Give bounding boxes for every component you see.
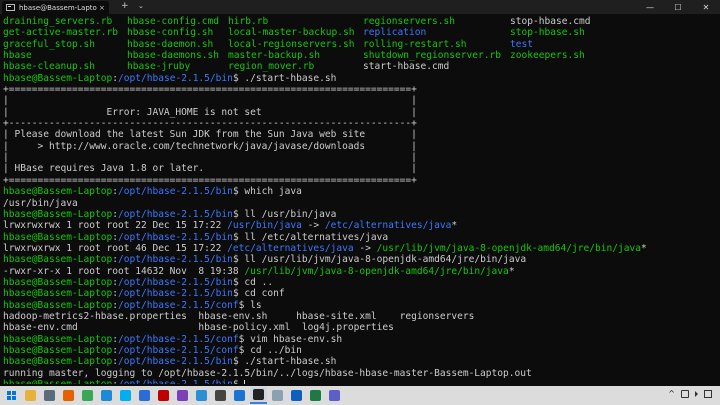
maps-icon <box>139 390 150 401</box>
output-line: lrwxrwxrwx 1 root root 22 Dec 15 17:22 /… <box>3 220 458 232</box>
output-line: hadoop-metrics2-hbase.properties hbase-e… <box>3 310 475 322</box>
teams-icon <box>329 390 340 401</box>
new-tab-button[interactable]: + <box>121 1 129 11</box>
output-line: running master, logging to /opt/hbase-2.… <box>3 367 532 379</box>
text-cursor <box>244 380 246 384</box>
terminal-icon <box>253 389 264 400</box>
error-box-line: | HBase requires Java 1.8 or later. | <box>3 163 417 175</box>
notepad-taskbar-button[interactable] <box>269 387 286 404</box>
file-grid-row: get-active-master.rb hbase-config.sh local… <box>3 27 585 39</box>
filezilla-icon <box>158 390 169 401</box>
teams-taskbar-button[interactable] <box>326 387 343 404</box>
error-box-line: | | <box>3 152 417 164</box>
prompt-line: hbase@Bassem-Laptop:/opt/hbase-2.1.5/bin… <box>3 288 285 300</box>
chrome-taskbar-button[interactable] <box>79 387 96 404</box>
error-box-separator: +---------------------------------------… <box>3 118 417 130</box>
prompt-line: hbase@Bassem-Laptop:/opt/hbase-2.1.5/bin… <box>3 254 527 266</box>
prompt-line: hbase@Bassem-Laptop:/opt/hbase-2.1.5/con… <box>3 344 302 356</box>
prompt-line: hbase@Bassem-Laptop:/opt/hbase-2.1.5/bin… <box>3 186 302 198</box>
error-box-line: | | <box>3 95 417 107</box>
store-taskbar-button[interactable] <box>41 387 58 404</box>
error-box-line: | > http://www.oracle.com/technetwork/ja… <box>3 140 417 152</box>
skype-taskbar-button[interactable] <box>117 387 134 404</box>
chrome-icon <box>82 390 93 401</box>
prompt-line: hbase@Bassem-Laptop:/opt/hbase-2.1.5/bin… <box>3 208 337 220</box>
maximize-button[interactable]: ☐ <box>664 0 692 14</box>
outlook-icon <box>291 390 302 401</box>
error-box-line: | Please download the latest Sun JDK fro… <box>3 129 417 141</box>
visual-studio-taskbar-button[interactable] <box>174 387 191 404</box>
close-button[interactable]: ✕ <box>692 0 720 14</box>
file-explorer-taskbar-button[interactable] <box>22 387 39 404</box>
file-grid-row: graceful_stop.sh hbase-daemon.sh local-reg… <box>3 38 533 50</box>
prompt-line: hbase@Bassem-Laptop:/opt/hbase-2.1.5/bin… <box>3 72 337 84</box>
firefox-taskbar-button[interactable] <box>60 387 77 404</box>
volume-icon[interactable] <box>695 390 698 397</box>
terminal-output[interactable]: draining_servers.rb hbase-config.cmd hirb.… <box>3 16 717 384</box>
visual-studio-icon <box>177 390 188 401</box>
minimize-button[interactable]: — <box>636 0 664 14</box>
outlook-taskbar-button[interactable] <box>288 387 305 404</box>
title-bar: hbase@Bassem-Laptop: /opt/hl × + ⌄ — ☐ ✕ <box>0 0 720 14</box>
output-line: /usr/bin/java <box>3 197 78 209</box>
firefox-icon <box>63 390 74 401</box>
file-explorer-icon <box>25 390 36 401</box>
terminal-tab-icon <box>6 4 15 11</box>
skype-icon <box>120 390 131 401</box>
tab-dropdown-button[interactable]: ⌄ <box>138 2 144 10</box>
teamviewer-icon <box>234 390 245 401</box>
tray-chevron-icon[interactable]: ^ <box>668 389 675 398</box>
app-taskbar-button[interactable] <box>212 387 229 404</box>
error-box-border: +=======================================… <box>3 84 417 96</box>
maps-taskbar-button[interactable] <box>136 387 153 404</box>
file-grid-row: hbase-cleanup.sh hbase-jruby region_mover.… <box>3 61 450 73</box>
edge-taskbar-button[interactable] <box>98 387 115 404</box>
terminal-tab[interactable]: hbase@Bassem-Laptop: /opt/hl × <box>2 1 109 14</box>
output-line: -rwxr-xr-x 1 root root 14632 Nov 8 19:38… <box>3 265 515 277</box>
system-tray: ^ <box>668 389 712 398</box>
tab-close-icon[interactable]: × <box>99 4 105 12</box>
taskbar-apps <box>20 387 343 404</box>
excel-icon <box>310 390 321 401</box>
prompt-line: hbase@Bassem-Laptop:/opt/hbase-2.1.5/con… <box>3 333 343 345</box>
terminal-taskbar-button[interactable] <box>250 387 267 404</box>
app-icon <box>215 390 226 401</box>
prompt-line: hbase@Bassem-Laptop:/opt/hbase-2.1.5/bin… <box>3 231 389 243</box>
store-icon <box>44 390 55 401</box>
tab-title: hbase@Bassem-Laptop: /opt/hl <box>19 3 97 12</box>
prompt-line: hbase@Bassem-Laptop:/opt/hbase-2.1.5/bin… <box>3 356 337 368</box>
teamviewer-taskbar-button[interactable] <box>231 387 248 404</box>
output-line: hbase-env.cmd hbase-policy.xml log4j.pro… <box>3 322 394 334</box>
file-grid-row: hbase hbase-daemons.sh master-backup.sh shu… <box>3 50 585 62</box>
vscode-icon <box>196 390 207 401</box>
excel-taskbar-button[interactable] <box>307 387 324 404</box>
windows-logo-icon <box>7 391 16 400</box>
vscode-taskbar-button[interactable] <box>193 387 210 404</box>
notepad-icon <box>272 390 283 401</box>
error-box-border: +=======================================… <box>3 174 417 186</box>
error-box-line: | Error: JAVA_HOME is not set | <box>3 106 417 118</box>
taskbar: ^ <box>0 386 720 405</box>
edge-icon <box>101 390 112 401</box>
prompt-line: hbase@Bassem-Laptop:/opt/hbase-2.1.5/con… <box>3 299 262 311</box>
file-grid-row: draining_servers.rb hbase-config.cmd hirb.… <box>3 16 591 27</box>
prompt-line: hbase@Bassem-Laptop:/opt/hbase-2.1.5/bin… <box>3 276 274 288</box>
notifications-icon[interactable] <box>704 389 712 398</box>
start-button[interactable] <box>3 387 20 404</box>
filezilla-taskbar-button[interactable] <box>155 387 172 404</box>
network-icon[interactable] <box>681 389 689 398</box>
active-prompt-line[interactable]: hbase@Bassem-Laptop:/opt/hbase-2.1.5/bin… <box>3 379 717 384</box>
output-line: lrwxrwxrwx 1 root root 46 Dec 15 17:22 /… <box>3 242 647 254</box>
